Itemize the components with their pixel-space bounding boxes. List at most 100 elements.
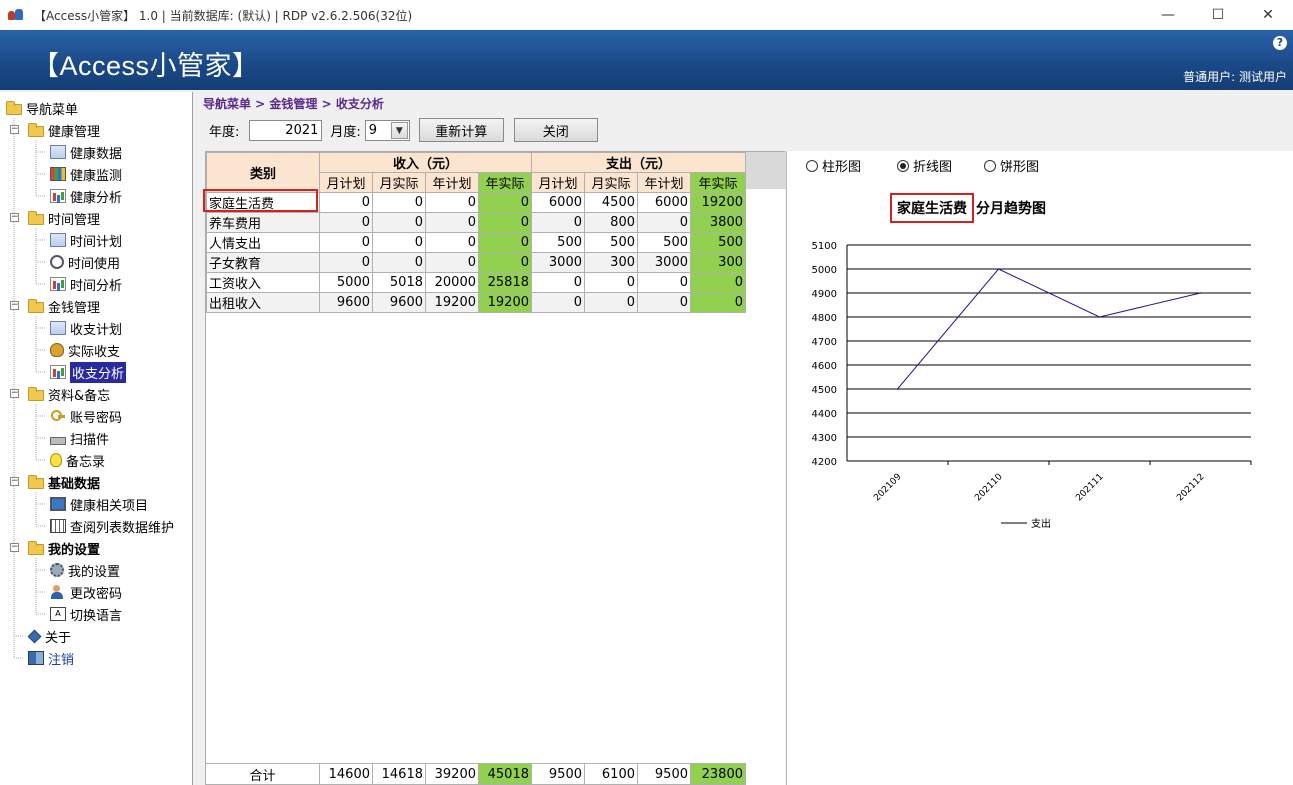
category-cell[interactable]: 人情支出 xyxy=(206,232,320,253)
nav-group-time[interactable]: 时间管理 xyxy=(28,207,100,229)
nav-item-memo[interactable]: 备忘录 xyxy=(50,449,105,471)
nav-group-settings[interactable]: 我的设置 xyxy=(28,537,100,559)
value-cell[interactable]: 0 xyxy=(319,252,373,273)
value-cell[interactable]: 19200 xyxy=(690,192,746,213)
value-cell[interactable]: 0 xyxy=(637,272,691,293)
value-cell[interactable]: 0 xyxy=(531,292,585,313)
collapse-toggle-health[interactable]: − xyxy=(10,125,19,134)
value-cell[interactable]: 300 xyxy=(584,252,638,273)
category-cell[interactable]: 子女教育 xyxy=(206,252,320,273)
value-cell[interactable]: 19200 xyxy=(478,292,532,313)
value-cell[interactable]: 0 xyxy=(372,192,426,213)
nav-item-about[interactable]: 关于 xyxy=(27,625,71,647)
maximize-button[interactable]: ☐ xyxy=(1193,0,1243,30)
chart-type-line-radio[interactable]: 折线图 xyxy=(897,156,952,175)
nav-item-scans[interactable]: 扫描件 xyxy=(50,427,109,449)
year-input[interactable]: 2021 xyxy=(249,119,323,141)
table-row[interactable]: 养车费用 0 0 0 0 0 800 0 3800 xyxy=(206,212,746,233)
category-cell[interactable]: 工资收入 xyxy=(206,272,320,293)
value-cell[interactable]: 0 xyxy=(319,192,373,213)
nav-item-income-expense-analysis[interactable]: 收支分析 xyxy=(50,361,127,383)
value-cell[interactable]: 0 xyxy=(637,292,691,313)
value-cell[interactable]: 0 xyxy=(478,252,532,273)
value-cell[interactable]: 0 xyxy=(425,232,479,253)
value-cell[interactable]: 500 xyxy=(637,232,691,253)
value-cell[interactable]: 3000 xyxy=(531,252,585,273)
collapse-toggle-money[interactable]: − xyxy=(10,301,19,310)
category-cell[interactable]: 出租收入 xyxy=(206,292,320,313)
nav-root[interactable]: 导航菜单 xyxy=(6,97,78,119)
value-cell[interactable]: 0 xyxy=(425,192,479,213)
value-cell[interactable]: 9600 xyxy=(372,292,426,313)
value-cell[interactable]: 0 xyxy=(637,212,691,233)
nav-group-base-data[interactable]: 基础数据 xyxy=(28,471,100,493)
chevron-down-icon[interactable]: ▼ xyxy=(390,121,408,139)
value-cell[interactable]: 25818 xyxy=(478,272,532,293)
minimize-button[interactable]: — xyxy=(1143,0,1193,30)
chart-type-bar-radio[interactable]: 柱形图 xyxy=(806,156,861,175)
value-cell[interactable]: 800 xyxy=(584,212,638,233)
month-select[interactable]: 9 ▼ xyxy=(364,119,410,141)
close-window-button[interactable]: ✕ xyxy=(1243,0,1293,30)
collapse-toggle-base-data[interactable]: − xyxy=(10,477,19,486)
value-cell[interactable]: 0 xyxy=(372,252,426,273)
value-cell[interactable]: 5018 xyxy=(372,272,426,293)
category-cell[interactable]: 养车费用 xyxy=(206,212,320,233)
value-cell[interactable]: 0 xyxy=(531,212,585,233)
value-cell[interactable]: 4500 xyxy=(584,192,638,213)
value-cell[interactable]: 0 xyxy=(690,272,746,293)
value-cell[interactable]: 20000 xyxy=(425,272,479,293)
nav-item-change-password[interactable]: 更改密码 xyxy=(50,581,122,603)
value-cell[interactable]: 0 xyxy=(478,212,532,233)
value-cell[interactable]: 3000 xyxy=(637,252,691,273)
value-cell[interactable]: 0 xyxy=(425,252,479,273)
nav-item-logout[interactable]: 注销 xyxy=(28,647,74,669)
value-cell[interactable]: 0 xyxy=(372,232,426,253)
value-cell[interactable]: 500 xyxy=(531,232,585,253)
value-cell[interactable]: 0 xyxy=(478,232,532,253)
nav-item-switch-language[interactable]: A 切换语言 xyxy=(50,603,122,625)
value-cell[interactable]: 3800 xyxy=(690,212,746,233)
value-cell[interactable]: 6000 xyxy=(531,192,585,213)
nav-item-time-analysis[interactable]: 时间分析 xyxy=(50,273,122,295)
value-cell[interactable]: 0 xyxy=(319,232,373,253)
table-row[interactable]: 人情支出 0 0 0 0 500 500 500 500 xyxy=(206,232,746,253)
value-cell[interactable]: 0 xyxy=(319,212,373,233)
close-button[interactable]: 关闭 xyxy=(513,118,598,142)
value-cell[interactable]: 6000 xyxy=(637,192,691,213)
nav-item-health-analysis[interactable]: 健康分析 xyxy=(50,185,122,207)
chart-type-pie-radio[interactable]: 饼形图 xyxy=(984,156,1039,175)
value-cell[interactable]: 0 xyxy=(690,292,746,313)
value-cell[interactable]: 0 xyxy=(584,292,638,313)
table-row[interactable]: 子女教育 0 0 0 0 3000 300 3000 300 xyxy=(206,252,746,273)
nav-group-health[interactable]: 健康管理 xyxy=(28,119,100,141)
nav-item-time-plan[interactable]: 时间计划 xyxy=(50,229,122,251)
value-cell[interactable]: 0 xyxy=(372,212,426,233)
collapse-toggle-docs[interactable]: − xyxy=(10,389,19,398)
value-cell[interactable]: 9600 xyxy=(319,292,373,313)
nav-group-money[interactable]: 金钱管理 xyxy=(28,295,100,317)
value-cell[interactable]: 0 xyxy=(584,272,638,293)
value-cell[interactable]: 500 xyxy=(584,232,638,253)
nav-item-accounts[interactable]: 账号密码 xyxy=(50,405,122,427)
collapse-toggle-time[interactable]: − xyxy=(10,213,19,222)
value-cell[interactable]: 0 xyxy=(478,192,532,213)
nav-item-actual-transactions[interactable]: 实际收支 xyxy=(50,339,120,361)
table-row[interactable]: 工资收入 5000 5018 20000 25818 0 0 0 0 xyxy=(206,272,746,293)
nav-item-lookup-maintenance[interactable]: 查阅列表数据维护 xyxy=(50,515,174,537)
value-cell[interactable]: 0 xyxy=(425,212,479,233)
nav-group-docs[interactable]: 资料&备忘 xyxy=(28,383,110,405)
help-icon[interactable]: ? xyxy=(1273,36,1287,50)
nav-item-health-items[interactable]: 健康相关项目 xyxy=(50,493,148,515)
nav-item-health-data[interactable]: 健康数据 xyxy=(50,141,122,163)
nav-item-health-monitor[interactable]: 健康监测 xyxy=(50,163,122,185)
table-row[interactable]: 出租收入 9600 9600 19200 19200 0 0 0 0 xyxy=(206,292,746,313)
recalculate-button[interactable]: 重新计算 xyxy=(418,118,504,142)
nav-item-time-usage[interactable]: 时间使用 xyxy=(50,251,120,273)
nav-item-budget-plan[interactable]: 收支计划 xyxy=(50,317,122,339)
value-cell[interactable]: 5000 xyxy=(319,272,373,293)
value-cell[interactable]: 500 xyxy=(690,232,746,253)
value-cell[interactable]: 0 xyxy=(531,272,585,293)
nav-item-my-settings[interactable]: 我的设置 xyxy=(50,559,120,581)
value-cell[interactable]: 19200 xyxy=(425,292,479,313)
